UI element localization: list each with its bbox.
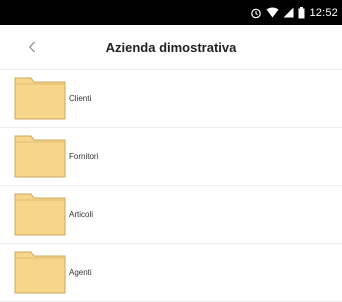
folder-icon <box>14 250 66 294</box>
folder-label: Clienti <box>69 94 92 103</box>
folder-label: Articoli <box>69 210 94 219</box>
status-time: 12:52 <box>309 6 338 19</box>
status-bar: 12:52 <box>0 0 342 25</box>
signal-icon <box>283 6 294 20</box>
wifi-icon <box>266 6 279 20</box>
folder-item-clienti[interactable]: Clienti <box>0 70 342 128</box>
folder-icon <box>14 192 66 236</box>
battery-icon <box>298 6 305 20</box>
folder-label: Fornitori <box>69 152 99 161</box>
folder-item-agenti[interactable]: Agenti <box>0 244 342 302</box>
folder-label: Agenti <box>69 268 92 277</box>
folder-icon <box>14 76 66 120</box>
folder-item-fornitori[interactable]: Fornitori <box>0 128 342 186</box>
page-title: Azienda dimostrativa <box>105 39 237 55</box>
app-header: Azienda dimostrativa <box>0 25 342 70</box>
status-icons: 12:52 <box>250 0 338 25</box>
folder-item-articoli[interactable]: Articoli <box>0 186 342 244</box>
folder-list: Clienti Fornitori Articoli Agenti <box>0 70 342 302</box>
back-button[interactable] <box>18 33 46 61</box>
folder-icon <box>14 134 66 178</box>
alarm-icon <box>250 6 262 20</box>
chevron-left-icon <box>28 41 36 53</box>
